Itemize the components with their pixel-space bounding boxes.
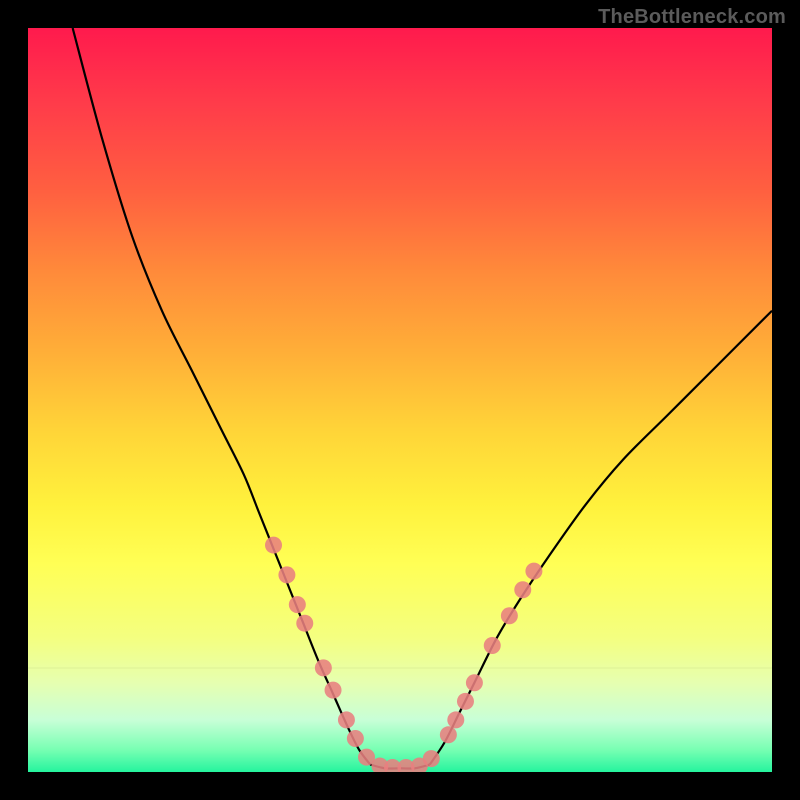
marker-dot (338, 711, 355, 728)
marker-dot (325, 682, 342, 699)
marker-dot (296, 615, 313, 632)
marker-group (265, 537, 542, 772)
curve-left (73, 28, 371, 765)
chart-frame: TheBottleneck.com (0, 0, 800, 800)
watermark-text: TheBottleneck.com (598, 6, 786, 29)
marker-dot (525, 563, 542, 580)
marker-dot (315, 659, 332, 676)
marker-dot (265, 537, 282, 554)
marker-dot (278, 566, 295, 583)
marker-dot (466, 674, 483, 691)
marker-dot (447, 711, 464, 728)
marker-dot (501, 607, 518, 624)
marker-dot (457, 693, 474, 710)
marker-dot (347, 730, 364, 747)
marker-dot (289, 596, 306, 613)
marker-dot (484, 637, 501, 654)
plot-area (28, 28, 772, 772)
marker-dot (440, 726, 457, 743)
chart-svg (28, 28, 772, 772)
marker-dot (423, 750, 440, 767)
curve-right (430, 311, 772, 765)
marker-dot (514, 581, 531, 598)
